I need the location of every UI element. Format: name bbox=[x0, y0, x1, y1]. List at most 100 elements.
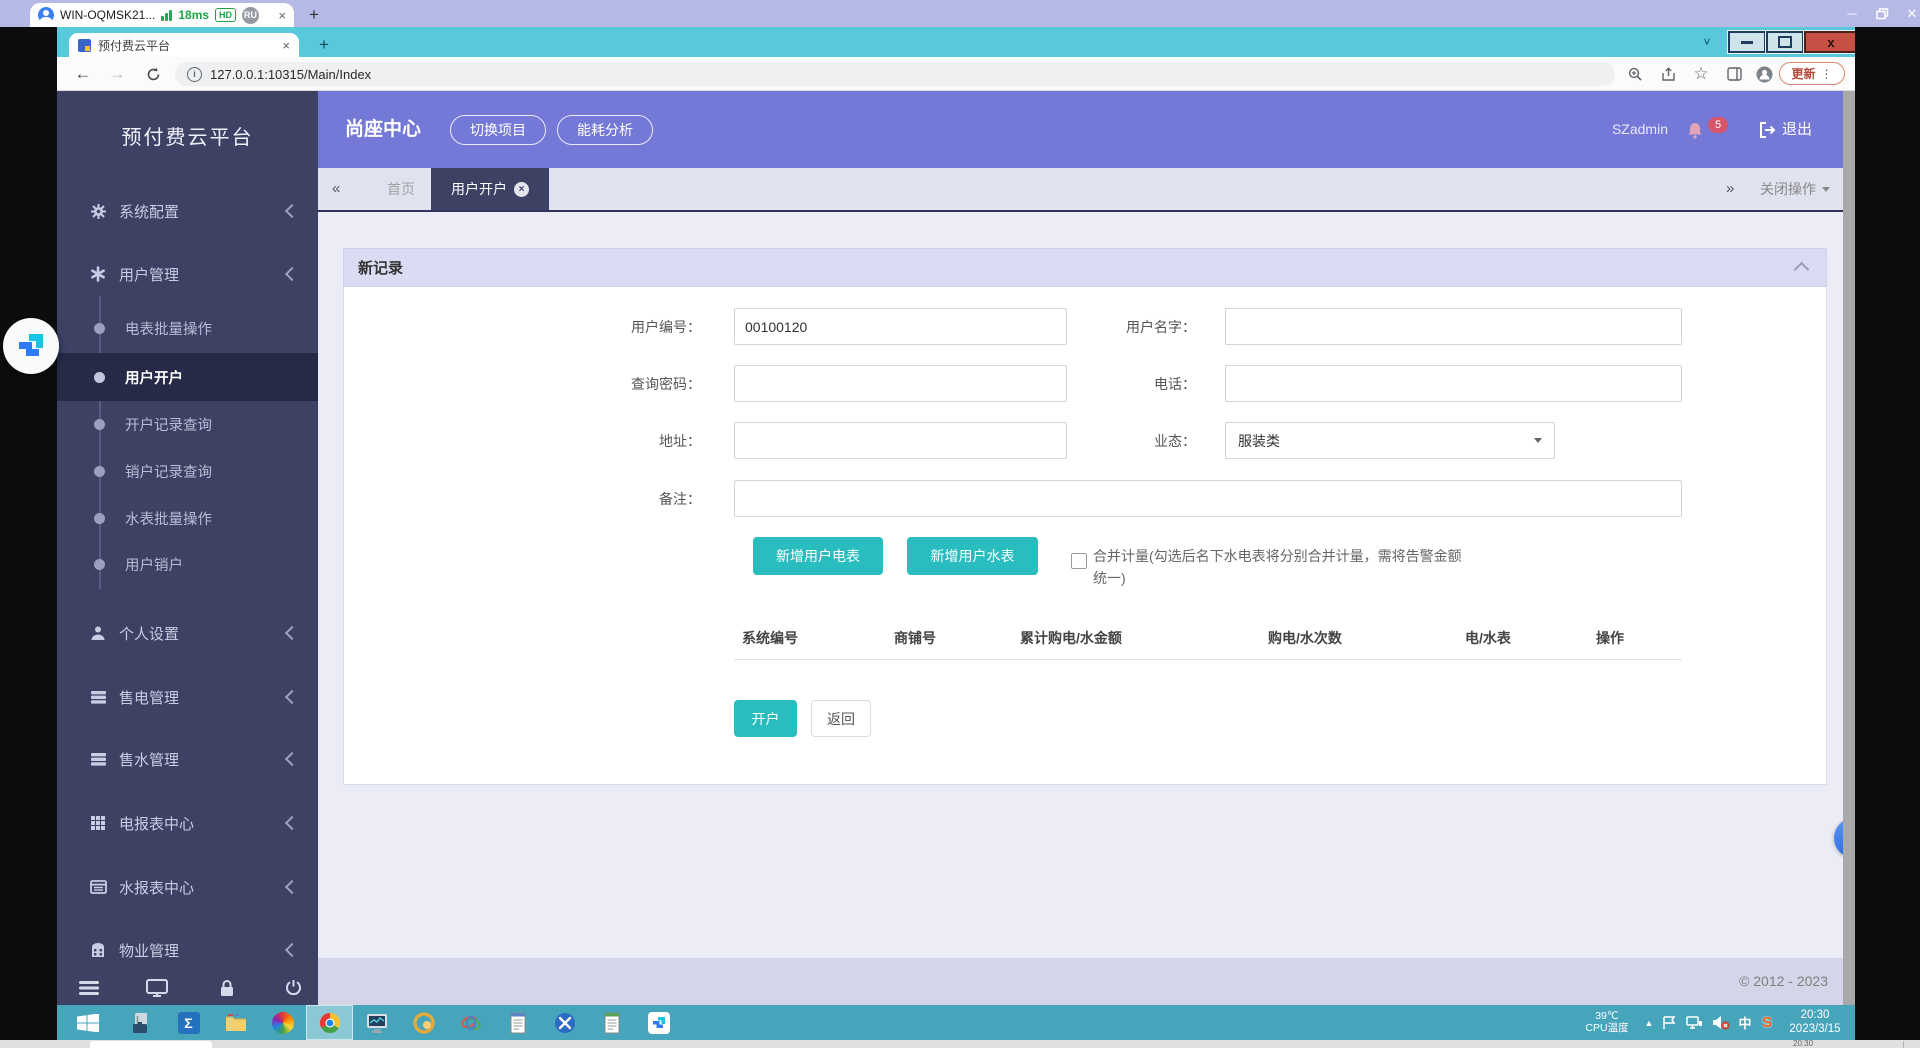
action-center-flag-icon[interactable] bbox=[1659, 1005, 1679, 1040]
taskbar-app-notepad-2[interactable] bbox=[588, 1005, 635, 1040]
sidebar-item-electricity-report-center[interactable]: 电报表中心 bbox=[57, 797, 318, 849]
user-name-input[interactable] bbox=[1225, 308, 1682, 345]
taskbar-app-file-explorer[interactable] bbox=[212, 1005, 259, 1040]
sidebar-item-meter-batch-ops[interactable]: 电表批量操作 bbox=[57, 305, 318, 352]
sidebar-item-water-sales[interactable]: 售水管理 bbox=[57, 733, 318, 785]
tools-circle-icon bbox=[554, 1012, 576, 1034]
forward-button[interactable]: → bbox=[103, 60, 131, 88]
sidebar-item-user-management[interactable]: 用户管理 bbox=[57, 248, 318, 300]
switch-project-button[interactable]: 切换项目 bbox=[450, 115, 546, 145]
reload-button[interactable] bbox=[139, 60, 167, 88]
power-icon[interactable] bbox=[281, 976, 305, 1000]
energy-analysis-button[interactable]: 能耗分析 bbox=[557, 115, 653, 145]
app-sidebar: 预付费云平台 系统配置 用户管理 电表批量操作 用户开户 开户记录查询 bbox=[57, 91, 318, 1005]
browser-scrollbar[interactable] bbox=[1843, 91, 1855, 1005]
remote-window-minimize-button[interactable] bbox=[1728, 31, 1766, 53]
tray-expand-arrow-icon[interactable]: ▲ bbox=[1641, 1005, 1657, 1040]
lock-icon[interactable] bbox=[215, 976, 239, 1000]
network-status-icon[interactable] bbox=[1683, 1005, 1705, 1040]
bullet-dot-icon bbox=[94, 372, 105, 383]
address-bar[interactable]: i 127.0.0.1:10315/Main/Index bbox=[175, 62, 1615, 86]
add-user-water-meter-button[interactable]: 新增用户水表 bbox=[907, 537, 1038, 575]
open-account-button[interactable]: 开户 bbox=[734, 700, 797, 737]
phone-input[interactable] bbox=[1225, 365, 1682, 402]
close-operations-dropdown[interactable]: 关闭操作 bbox=[1760, 168, 1830, 210]
tab-home[interactable]: 首页 bbox=[376, 168, 426, 210]
server-manager-icon bbox=[131, 1012, 153, 1034]
remark-input[interactable] bbox=[734, 480, 1682, 517]
sidebar-item-close-record-query[interactable]: 销户记录查询 bbox=[57, 448, 318, 495]
host-close-button[interactable]: ✕ bbox=[1898, 0, 1920, 27]
taskbar-app-todesk[interactable] bbox=[635, 1005, 682, 1040]
host-minimize-button[interactable]: ─ bbox=[1838, 0, 1866, 27]
site-info-icon[interactable]: i bbox=[187, 67, 202, 82]
taskbar-app-powershell[interactable]: Σ bbox=[165, 1005, 212, 1040]
sidebar-item-user-close-account[interactable]: 用户销户 bbox=[57, 541, 318, 588]
new-session-tab-button[interactable]: + bbox=[303, 4, 325, 26]
start-button[interactable] bbox=[69, 1010, 107, 1035]
browser-tab[interactable]: 预付费云平台 × bbox=[69, 33, 299, 57]
ime-language-indicator[interactable]: 中 bbox=[1735, 1005, 1755, 1040]
document-icon bbox=[601, 1012, 623, 1034]
tab-user-open-account[interactable]: 用户开户 × bbox=[431, 168, 549, 210]
sidebar-item-property-management[interactable]: 物业管理 bbox=[57, 924, 318, 976]
logout-icon bbox=[1758, 121, 1776, 139]
zoom-icon[interactable] bbox=[1622, 61, 1648, 87]
monitor-icon[interactable] bbox=[145, 976, 169, 1000]
host-maximize-button[interactable] bbox=[1868, 0, 1896, 27]
notification-count-badge[interactable]: 5 bbox=[1708, 117, 1728, 133]
logout-button[interactable]: 退出 bbox=[1782, 91, 1812, 168]
taskbar-app-settings-tool[interactable] bbox=[400, 1005, 447, 1040]
business-type-select[interactable]: 服装类 bbox=[1225, 422, 1555, 459]
notification-bell-icon[interactable] bbox=[1686, 121, 1704, 139]
region-badge[interactable]: RU bbox=[242, 7, 259, 24]
sidebar-item-water-report-center[interactable]: 水报表中心 bbox=[57, 861, 318, 913]
remote-session-tab[interactable]: WIN-OQMSK21... 18ms HD RU × bbox=[30, 3, 294, 27]
cpu-temperature-readout[interactable]: 39℃ CPU温度 bbox=[1577, 1010, 1637, 1034]
taskbar-app-admin-tools[interactable] bbox=[541, 1005, 588, 1040]
taskbar-app-network-tool[interactable] bbox=[447, 1005, 494, 1040]
profile-avatar-icon[interactable] bbox=[1751, 61, 1777, 87]
tab-close-icon[interactable]: × bbox=[514, 182, 529, 197]
host-taskbar-sliver bbox=[0, 1040, 1920, 1048]
sidebar-item-user-open-account[interactable]: 用户开户 bbox=[57, 353, 318, 401]
todesk-floating-button[interactable] bbox=[3, 318, 59, 374]
sogou-input-icon[interactable]: S bbox=[1757, 1005, 1777, 1040]
sidebar-item-open-record-query[interactable]: 开户记录查询 bbox=[57, 401, 318, 448]
sidebar-item-system-config[interactable]: 系统配置 bbox=[57, 185, 318, 237]
session-tab-title: WIN-OQMSK21... bbox=[60, 8, 155, 22]
business-type-label: 业态： bbox=[989, 422, 1196, 461]
browser-update-menu-button[interactable]: 更新 ⋮ bbox=[1779, 62, 1845, 85]
taskbar-app-chrome[interactable] bbox=[306, 1005, 353, 1040]
volume-muted-icon[interactable] bbox=[1709, 1005, 1733, 1040]
session-tab-close-icon[interactable]: × bbox=[278, 9, 286, 22]
add-user-electric-meter-button[interactable]: 新增用户电表 bbox=[753, 537, 883, 575]
browser-new-tab-button[interactable]: + bbox=[313, 34, 335, 56]
back-button[interactable]: ← bbox=[69, 60, 97, 88]
browser-tab-close-icon[interactable]: × bbox=[282, 39, 290, 52]
hd-quality-badge[interactable]: HD bbox=[215, 8, 236, 22]
window-menu-chevron-icon[interactable]: ˅ bbox=[1697, 32, 1717, 52]
sidebar-item-electricity-sales[interactable]: 售电管理 bbox=[57, 671, 318, 723]
panel-header: 新记录 bbox=[343, 248, 1827, 287]
taskbar-app-media[interactable] bbox=[259, 1005, 306, 1040]
merge-metering-checkbox[interactable] bbox=[1071, 553, 1087, 569]
taskbar-app-monitor-tool[interactable] bbox=[353, 1005, 400, 1040]
taskbar-app-notepad-1[interactable] bbox=[494, 1005, 541, 1040]
scroll-tabs-right-button[interactable]: » bbox=[1726, 168, 1732, 210]
sidebar-item-water-meter-batch-ops[interactable]: 水表批量操作 bbox=[57, 495, 318, 542]
sidebar-item-personal-settings[interactable]: 个人设置 bbox=[57, 607, 318, 659]
collapse-chevron-icon[interactable] bbox=[1794, 262, 1810, 278]
remote-window-maximize-button[interactable] bbox=[1766, 31, 1804, 53]
side-panel-icon[interactable] bbox=[1721, 61, 1747, 87]
current-username[interactable]: SZadmin bbox=[1568, 91, 1668, 168]
back-button-form[interactable]: 返回 bbox=[811, 700, 871, 737]
tray-clock[interactable]: 20:30 2023/3/15 bbox=[1779, 1009, 1851, 1036]
scroll-tabs-left-button[interactable]: « bbox=[332, 168, 338, 210]
remote-window-close-button[interactable]: x bbox=[1804, 31, 1855, 53]
hamburger-menu-icon[interactable] bbox=[77, 976, 101, 1000]
site-favicon bbox=[78, 39, 91, 52]
bookmark-star-icon[interactable]: ☆ bbox=[1688, 61, 1714, 87]
taskbar-app-server-manager[interactable] bbox=[118, 1005, 165, 1040]
share-icon[interactable] bbox=[1655, 61, 1681, 87]
